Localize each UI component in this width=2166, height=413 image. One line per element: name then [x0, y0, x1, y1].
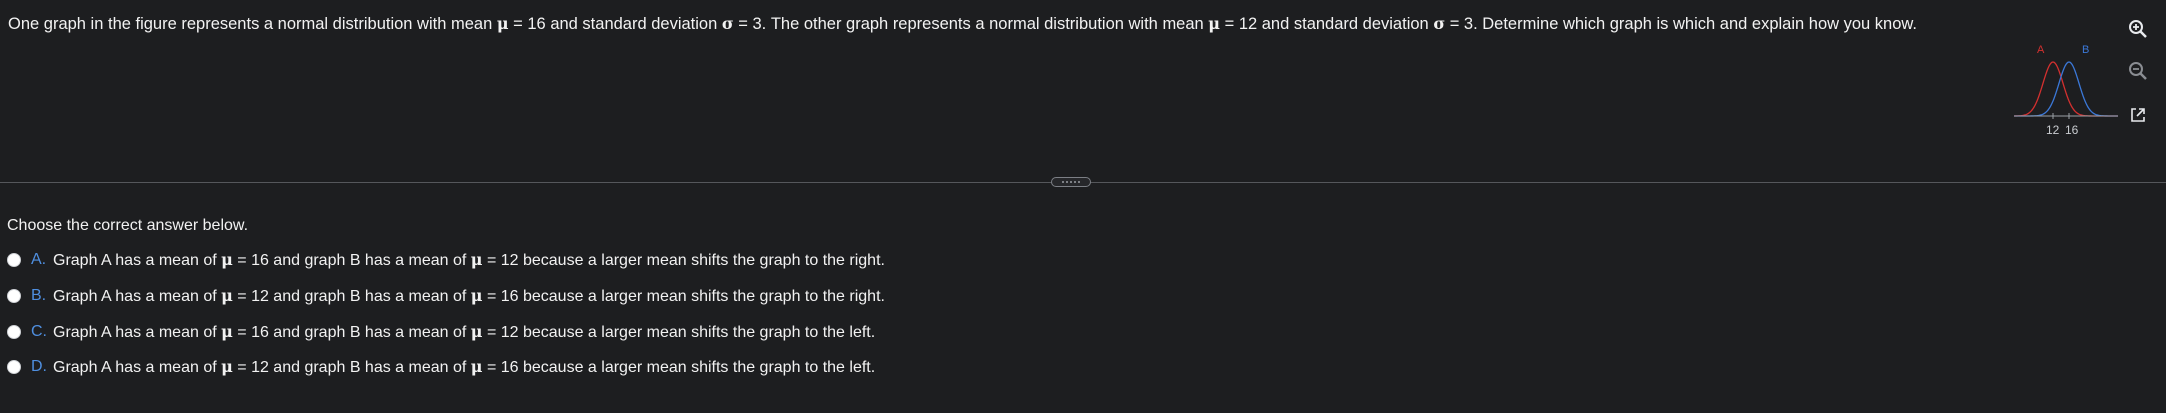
figure-svg: A B 12 16 [2013, 44, 2118, 137]
option-a[interactable]: A. Graph A has a mean of μ = 16 and grap… [7, 247, 885, 273]
option-b[interactable]: B. Graph A has a mean of μ = 12 and grap… [7, 283, 885, 309]
question-part: = 3. The other graph represents a normal… [733, 15, 1209, 33]
question-part: = 3. Determine which graph is which and … [1445, 15, 1917, 33]
radio-button[interactable] [7, 360, 21, 374]
pane-resize-handle[interactable] [1051, 177, 1091, 187]
option-letter: C. [31, 323, 47, 340]
tick-12-label: 12 [2046, 123, 2060, 137]
option-letter: B. [31, 287, 47, 304]
graph-b-label: B [2082, 44, 2089, 56]
option-text: Graph A has a mean of μ = 16 and graph B… [53, 322, 876, 341]
option-text: Graph A has a mean of μ = 12 and graph B… [53, 357, 876, 376]
graph-a-label: A [2037, 44, 2045, 56]
option-d[interactable]: D. Graph A has a mean of μ = 12 and grap… [7, 354, 875, 380]
curve-a [2013, 61, 2118, 117]
sigma-symbol: σ [721, 14, 734, 33]
radio-button[interactable] [7, 289, 21, 303]
radio-button[interactable] [7, 253, 21, 267]
option-c[interactable]: C. Graph A has a mean of μ = 16 and grap… [7, 319, 875, 345]
option-text: Graph A has a mean of μ = 12 and graph B… [53, 286, 885, 305]
zoom-in-icon[interactable] [2126, 17, 2150, 41]
option-letter: D. [31, 358, 47, 375]
curve-b [2014, 61, 2118, 117]
question-part: One graph in the figure represents a nor… [8, 15, 497, 33]
option-text: Graph A has a mean of μ = 16 and graph B… [53, 250, 885, 269]
question-text: One graph in the figure represents a nor… [8, 13, 1998, 35]
mu-symbol: μ [496, 14, 509, 33]
radio-button[interactable] [7, 325, 21, 339]
zoom-out-icon[interactable] [2126, 59, 2150, 83]
tick-16-label: 16 [2065, 123, 2079, 137]
normal-curves-figure[interactable]: A B 12 16 [2010, 38, 2120, 138]
open-new-window-icon[interactable] [2126, 103, 2150, 127]
mu-symbol: μ [1208, 14, 1221, 33]
sigma-symbol: σ [1433, 14, 1446, 33]
question-part: = 12 and standard deviation [1220, 15, 1434, 33]
question-part: = 16 and standard deviation [508, 15, 722, 33]
answer-prompt: Choose the correct answer below. [7, 217, 249, 234]
option-letter: A. [31, 251, 47, 268]
